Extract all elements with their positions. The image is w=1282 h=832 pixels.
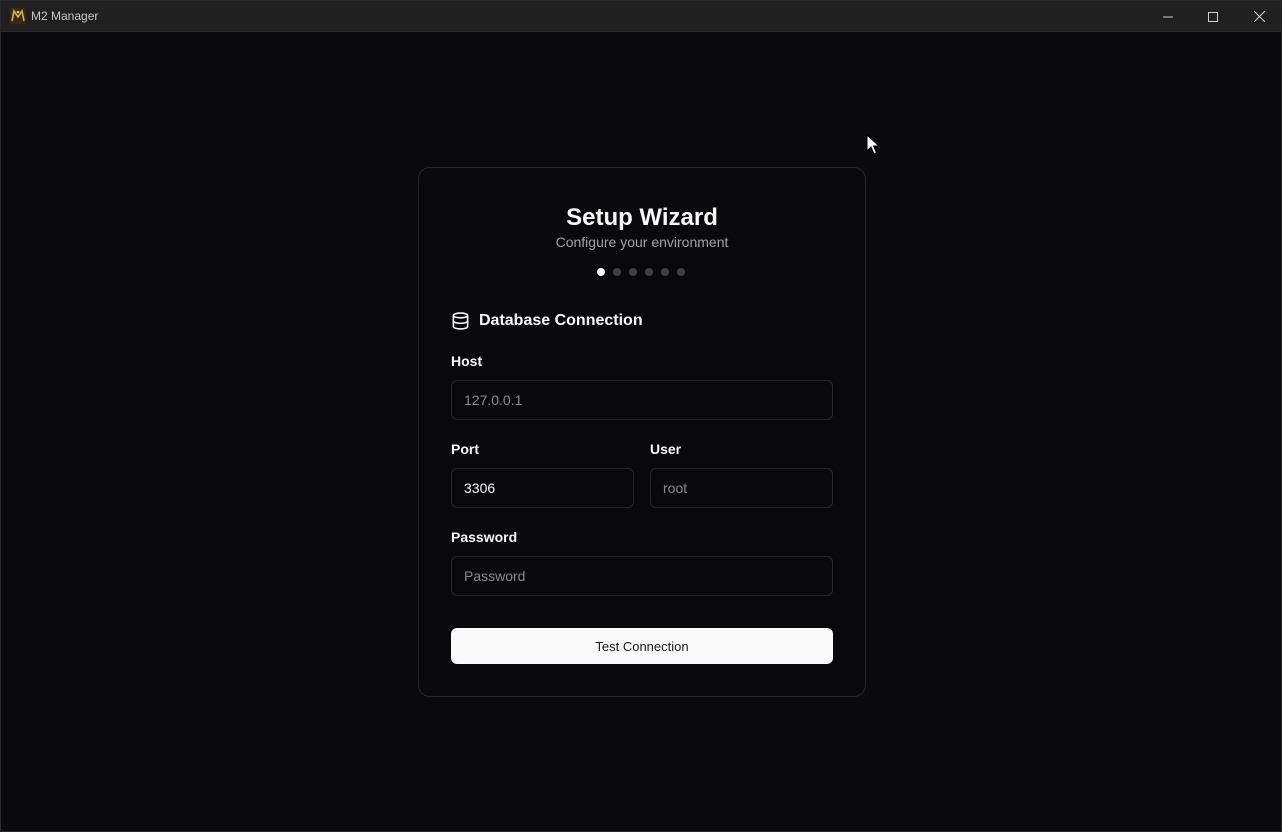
maximize-icon	[1208, 11, 1218, 22]
password-label: Password	[451, 529, 518, 545]
wizard-subtitle: Configure your environment	[555, 234, 729, 250]
minimize-button[interactable]	[1145, 1, 1191, 32]
step-dot-2	[613, 268, 621, 276]
step-dot-4	[645, 268, 653, 276]
user-label: User	[650, 441, 682, 457]
user-input[interactable]	[650, 468, 833, 508]
step-dot-6	[677, 268, 685, 276]
close-icon	[1253, 11, 1265, 22]
step-dot-3	[629, 268, 637, 276]
minimize-icon	[1163, 16, 1173, 17]
close-button[interactable]	[1236, 1, 1282, 32]
mouse-cursor-icon	[866, 134, 880, 155]
app-window: M2 Manager Setup Wizard Configure your e…	[0, 0, 1282, 832]
m2-logo-icon	[10, 8, 26, 24]
title-bar[interactable]: M2 Manager	[1, 1, 1281, 32]
password-input[interactable]	[451, 556, 833, 596]
host-label: Host	[451, 353, 483, 369]
database-icon	[452, 312, 469, 330]
window-title: M2 Manager	[31, 9, 99, 23]
port-input[interactable]	[451, 468, 634, 508]
test-connection-button[interactable]: Test Connection	[451, 628, 833, 664]
wizard-title: Setup Wizard	[566, 204, 718, 231]
host-input[interactable]	[451, 380, 833, 420]
port-label: Port	[451, 441, 479, 457]
section-title: Database Connection	[479, 312, 643, 329]
section-header: Database Connection	[451, 310, 643, 332]
step-dot-1	[597, 268, 605, 276]
step-dot-5	[661, 268, 669, 276]
step-indicator	[597, 268, 685, 276]
maximize-button[interactable]	[1190, 1, 1236, 32]
